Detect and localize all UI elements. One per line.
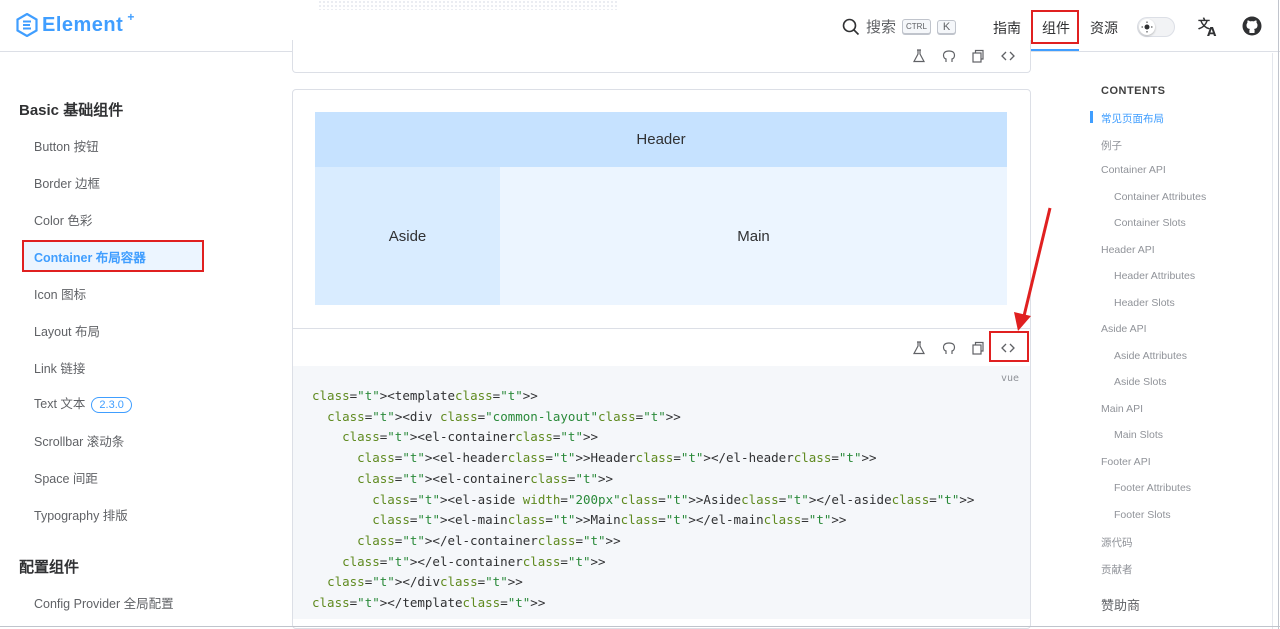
header-pattern	[318, 0, 618, 10]
toc-item[interactable]: Header Slots	[1114, 297, 1175, 309]
element-logo-icon	[16, 13, 38, 37]
sidebar-item-config-provider[interactable]: Config Provider 全局配置	[34, 593, 174, 612]
translate-icon[interactable]: 文 A	[1197, 15, 1219, 37]
sidebar-item-button[interactable]: Button 按钮	[34, 136, 99, 155]
frame-edge-bottom	[0, 626, 1280, 627]
demo-divider	[293, 328, 1030, 329]
github-edit-icon[interactable]	[942, 341, 956, 355]
toc-item[interactable]: Container Attributes	[1114, 191, 1206, 203]
sun-icon	[1139, 19, 1155, 35]
toc-item[interactable]: Header API	[1101, 244, 1155, 256]
sidebar-item-text-label: Text 文本	[34, 397, 86, 411]
toc-item[interactable]: Main Slots	[1114, 429, 1163, 441]
playground-icon[interactable]	[912, 49, 926, 63]
sidebar-group-basic: Basic 基础组件	[19, 102, 124, 119]
code-line: class="t"><el-containerclass="t">>	[342, 429, 599, 445]
layout-main: Main	[500, 167, 1007, 305]
toc-item[interactable]: Aside Slots	[1114, 376, 1167, 388]
logo[interactable]: Element +	[16, 10, 135, 37]
toc-item[interactable]: Footer Attributes	[1114, 482, 1191, 494]
copy-icon[interactable]	[971, 49, 985, 63]
code-line: class="t"><templateclass="t">>	[312, 388, 538, 403]
github-icon[interactable]	[1242, 16, 1262, 36]
brand-name: Element	[42, 13, 124, 36]
nav-highlight-box	[1031, 10, 1079, 44]
toc-item[interactable]: Header Attributes	[1114, 270, 1195, 282]
toc-item[interactable]: Aside API	[1101, 323, 1147, 335]
kbd-k: K	[936, 19, 957, 34]
nav-active-underline	[1031, 49, 1079, 51]
code-line: class="t"><el-mainclass="t">>Mainclass="…	[372, 512, 847, 528]
search-label: 搜索	[866, 19, 897, 36]
github-edit-icon[interactable]	[942, 49, 956, 63]
copy-icon[interactable]	[971, 341, 985, 355]
playground-icon[interactable]	[912, 341, 926, 355]
code-line: class="t"><el-containerclass="t">>	[357, 470, 614, 486]
frame-edge-right	[1278, 0, 1279, 629]
toc-item[interactable]: 贡献者	[1101, 562, 1133, 577]
search-icon	[842, 18, 860, 35]
theme-toggle[interactable]	[1137, 17, 1175, 37]
code-line: class="t"></el-containerclass="t">>	[357, 532, 621, 548]
layout-aside: Aside	[315, 167, 500, 305]
nav-resource[interactable]: 资源	[1090, 18, 1118, 38]
search-button[interactable]: 搜索 CTRL K	[842, 16, 957, 37]
toc-item[interactable]: 例子	[1101, 138, 1122, 153]
toc-item[interactable]: Main API	[1101, 403, 1143, 415]
toc-item[interactable]: Footer API	[1101, 456, 1151, 468]
code-content: class="t"><templateclass="t">> class="t"…	[312, 386, 974, 614]
toc-title: CONTENTS	[1101, 85, 1166, 97]
sidebar-item-link[interactable]: Link 链接	[34, 358, 85, 377]
nav-guide[interactable]: 指南	[993, 18, 1021, 38]
code-line: class="t"></el-containerclass="t">>	[342, 553, 606, 569]
code-language: vue	[1001, 373, 1020, 384]
code-line: class="t"></divclass="t">>	[327, 574, 523, 590]
toc-item[interactable]: Container API	[1101, 164, 1166, 176]
sidebar-item-layout[interactable]: Layout 布局	[34, 321, 100, 340]
sidebar-item-color[interactable]: Color 色彩	[34, 210, 92, 229]
code-toggle-highlight	[989, 331, 1029, 362]
toc-item[interactable]: Container Slots	[1114, 217, 1186, 229]
toc-item[interactable]: 源代码	[1101, 535, 1133, 550]
code-line: class="t"><el-aside width="200px"class="…	[372, 491, 975, 507]
sidebar-item-container[interactable]: Container 布局容器	[34, 247, 146, 266]
sidebar-item-typography[interactable]: Typography 排版	[34, 505, 128, 524]
code-line: class="t"><el-headerclass="t">>Headercla…	[357, 450, 877, 466]
code-line: class="t"><div class="common-layout"clas…	[327, 408, 681, 424]
sidebar-item-border[interactable]: Border 边框	[34, 173, 100, 192]
layout-header: Header	[315, 112, 1007, 167]
brand-plus: +	[127, 10, 135, 24]
svg-text:A: A	[1207, 25, 1217, 37]
code-toggle-icon[interactable]	[1001, 49, 1015, 63]
sidebar-item-icon[interactable]: Icon 图标	[34, 284, 86, 303]
toc-item[interactable]: Footer Slots	[1114, 509, 1171, 521]
kbd-ctrl: CTRL	[902, 19, 931, 34]
version-badge: 2.3.0	[91, 397, 132, 413]
toc-item[interactable]: 常见页面布局	[1101, 111, 1164, 126]
sidebar-item-space[interactable]: Space 间距	[34, 468, 98, 487]
sidebar-item-scrollbar[interactable]: Scrollbar 滚动条	[34, 431, 124, 450]
toc-sponsors: 赞助商	[1101, 598, 1141, 613]
sidebar-item-text[interactable]: Text 文本 2.3.0	[34, 393, 132, 413]
sidebar: Basic 基础组件 Button 按钮 Border 边框 Color 色彩 …	[0, 53, 225, 629]
toc-active-marker	[1090, 111, 1093, 123]
code-line: class="t"></templateclass="t">>	[312, 595, 546, 611]
sidebar-group-config: 配置组件	[19, 559, 80, 576]
toc-item[interactable]: Aside Attributes	[1114, 350, 1187, 362]
